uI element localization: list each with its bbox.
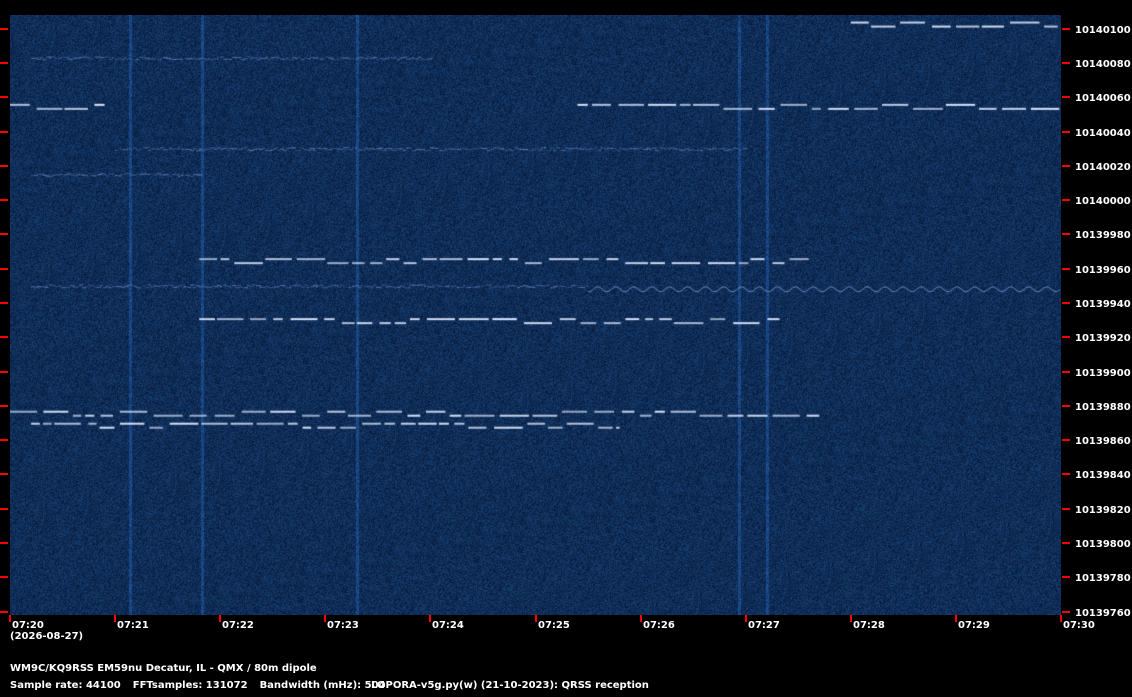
time-label: 07:30 (1063, 620, 1095, 631)
freq-label: 10139900 (1075, 368, 1131, 379)
bandwidth: Bandwidth (mHz): 504 (259, 680, 386, 691)
sample-rate: Sample rate: 44100 (10, 680, 121, 691)
time-axis: 07:20 07:21 07:22 07:23 07:24 07:25 07:26 07:27… (9, 615, 1095, 631)
freq-label: 10139980 (1075, 230, 1131, 241)
time-label: 07:22 (222, 620, 254, 631)
freq-label: 10140040 (1075, 128, 1131, 139)
freq-label: 10140080 (1075, 59, 1131, 70)
freq-label: 10140020 (1075, 162, 1131, 173)
time-label: 07:23 (327, 620, 359, 631)
frequency-axis: 10140100 10140080 10140060 10140040 10140020… (0, 25, 1131, 619)
freq-label: 10140060 (1075, 93, 1131, 104)
freq-label: 10139940 (1075, 299, 1131, 310)
freq-label: 10139860 (1075, 436, 1131, 447)
axes-overlay: 10140100 10140080 10140060 10140040 10140020… (0, 25, 1131, 631)
time-label: 07:28 (853, 620, 885, 631)
freq-label: 10139780 (1075, 573, 1131, 584)
freq-label: 10139960 (1075, 265, 1131, 276)
date-label: (2026-08-27) (10, 631, 84, 642)
freq-label: 10139760 (1075, 608, 1131, 619)
station-info: WM9C/KQ9RSS EM59nu Decatur, IL - QMX / 8… (10, 663, 317, 674)
time-label: 07:29 (958, 620, 990, 631)
time-label: 07:20 (12, 620, 44, 631)
software-info: LOPORA-v5g.py(w) (21-10-2023): QRSS rece… (371, 680, 649, 691)
freq-label: 10139880 (1075, 402, 1131, 413)
freq-label: 10139800 (1075, 539, 1131, 550)
time-label: 07:27 (748, 620, 780, 631)
freq-label: 10140100 (1075, 25, 1131, 36)
time-label: 07:21 (117, 620, 149, 631)
freq-label: 10140000 (1075, 196, 1131, 207)
freq-label: 10139820 (1075, 505, 1131, 516)
freq-label: 10139920 (1075, 333, 1131, 344)
fft-samples: FFTsamples: 131072 (132, 680, 248, 691)
freq-label: 10139840 (1075, 470, 1131, 481)
time-label: 07:24 (432, 620, 464, 631)
acquisition-info: Sample rate: 44100 FFTsamples: 131072 Band… (10, 680, 398, 691)
time-label: 07:25 (538, 620, 570, 631)
time-label: 07:26 (643, 620, 675, 631)
